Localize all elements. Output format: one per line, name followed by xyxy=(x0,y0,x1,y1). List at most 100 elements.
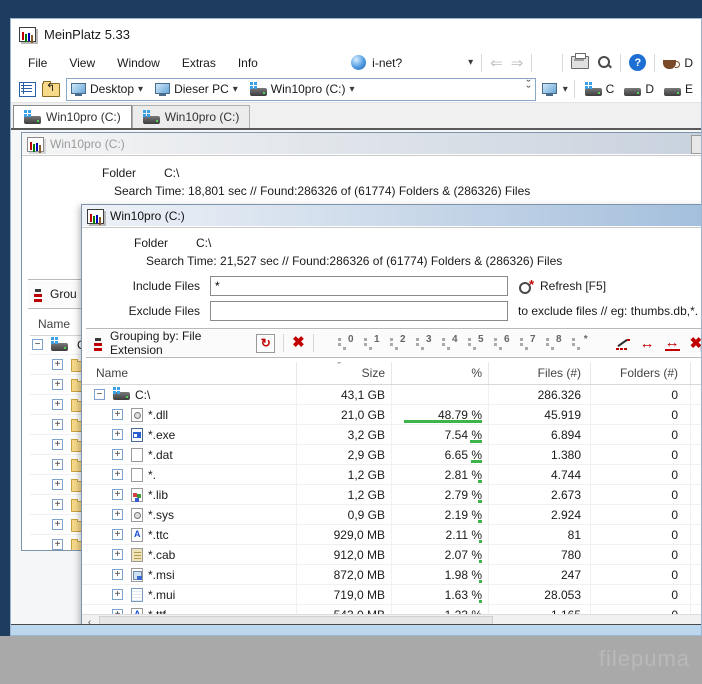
expand-toggle[interactable]: + xyxy=(52,479,63,490)
drive-button-e[interactable]: E xyxy=(664,82,693,96)
regroup-refresh-button[interactable] xyxy=(256,334,275,353)
percent-value: 2.79 % xyxy=(445,488,482,502)
depth-6-button[interactable]: 6 xyxy=(492,335,511,351)
table-row[interactable]: +*.ttf543,0 MB1.23 %1.1650 xyxy=(82,605,701,614)
expand-toggle[interactable]: + xyxy=(52,359,63,370)
computer-icon[interactable] xyxy=(542,83,557,96)
expand-toggle[interactable]: + xyxy=(112,429,123,440)
menu-file[interactable]: File xyxy=(17,52,58,74)
fit-columns-button[interactable] xyxy=(640,337,655,350)
expand-toggle[interactable]: + xyxy=(52,459,63,470)
back-window-title-bar[interactable]: Win10pro (C:) xyxy=(22,133,701,156)
menu-extras[interactable]: Extras xyxy=(171,52,227,74)
chevron-down-icon[interactable]: ▾ xyxy=(563,84,568,95)
front-window[interactable]: Win10pro (C:) Folder C:\ Search Time: 21… xyxy=(81,204,701,624)
table-row[interactable]: +*.dat2,9 GB6.65 %1.3800 xyxy=(82,445,701,465)
table-row[interactable]: +*.dll21,0 GB48.79 %45.9190 xyxy=(82,405,701,425)
expand-toggle[interactable]: + xyxy=(112,529,123,540)
expand-toggle[interactable]: + xyxy=(112,549,123,560)
expand-chevron-icon[interactable] xyxy=(526,83,530,95)
menu-info[interactable]: Info xyxy=(227,52,269,74)
fit-columns-all-button[interactable] xyxy=(665,336,680,351)
depth-5-button[interactable]: 5 xyxy=(466,335,485,351)
app-title-bar[interactable]: MeinPlatz 5.33 xyxy=(11,19,701,49)
expand-toggle[interactable]: + xyxy=(52,439,63,450)
clear-grouping-button[interactable] xyxy=(292,336,305,350)
front-window-title-bar[interactable]: Win10pro (C:) xyxy=(82,205,701,228)
folder-up-button[interactable] xyxy=(42,83,60,97)
expand-toggle[interactable]: + xyxy=(52,379,63,390)
window-button-partial[interactable] xyxy=(691,135,701,154)
expand-toggle[interactable]: + xyxy=(112,569,123,580)
list-view-button[interactable] xyxy=(19,82,36,97)
tab-1[interactable]: Win10pro (C:) xyxy=(132,105,251,128)
forward-button[interactable]: ⇒ xyxy=(511,54,524,72)
expand-toggle[interactable]: + xyxy=(112,589,123,600)
expand-toggle[interactable]: + xyxy=(112,509,123,520)
export-button[interactable]: port xyxy=(690,334,701,352)
depth-0-button[interactable]: 0 xyxy=(336,335,355,351)
separator xyxy=(283,334,284,352)
include-files-input[interactable] xyxy=(210,276,508,296)
column-header-label: Name xyxy=(96,366,128,380)
depth-4-button[interactable]: 4 xyxy=(440,335,459,351)
expand-toggle[interactable]: + xyxy=(52,399,63,410)
expand-toggle[interactable]: − xyxy=(32,339,43,350)
font-file-icon xyxy=(131,528,143,542)
donate-coffee-button[interactable] xyxy=(663,60,676,69)
path-crumb-1[interactable]: Dieser PC▾ xyxy=(155,82,244,96)
tab-0[interactable]: Win10pro (C:) xyxy=(13,105,132,128)
column-header-pct[interactable]: % xyxy=(392,362,489,384)
expand-toggle[interactable]: + xyxy=(112,409,123,420)
table-row[interactable]: +*.cab912,0 MB2.07 %7800 xyxy=(82,545,701,565)
table-row[interactable]: +*.1,2 GB2.81 %4.7440 xyxy=(82,465,701,485)
chevron-down-icon[interactable]: ▾ xyxy=(233,84,238,95)
column-header-name[interactable]: Name xyxy=(82,362,297,384)
chevron-down-icon[interactable]: ▾ xyxy=(138,84,143,95)
drive-button-d[interactable]: D xyxy=(624,82,654,96)
column-header-folders[interactable]: Folders (#) xyxy=(591,362,691,384)
table-row[interactable]: +*.sys0,9 GB2.19 %2.9240 xyxy=(82,505,701,525)
depth-3-button[interactable]: 3 xyxy=(414,335,433,351)
table-row[interactable]: +*.mui719,0 MB1.63 %28.0530 xyxy=(82,585,701,605)
depth-all-button[interactable]: * xyxy=(570,335,589,351)
front-horizontal-scrollbar[interactable]: ‹ xyxy=(82,614,701,624)
print-button[interactable] xyxy=(571,56,589,69)
scroll-left-button[interactable]: ‹ xyxy=(82,615,97,624)
path-combobox[interactable]: Desktop▾ Dieser PC▾ Win10pro (C:)▾ xyxy=(66,78,536,101)
menu-view[interactable]: View xyxy=(58,52,106,74)
table-row[interactable]: +*.exe3,2 GB7.54 %6.8940 xyxy=(82,425,701,445)
table-row[interactable]: +*.lib1,2 GB2.79 %2.6730 xyxy=(82,485,701,505)
depth-1-button[interactable]: 1 xyxy=(362,335,381,351)
expand-toggle[interactable]: + xyxy=(52,539,63,550)
expand-toggle[interactable]: − xyxy=(94,389,105,400)
depth-7-button[interactable]: 7 xyxy=(518,335,537,351)
depth-2-button[interactable]: 2 xyxy=(388,335,407,351)
expand-toggle[interactable]: + xyxy=(52,499,63,510)
expand-toggle[interactable]: + xyxy=(52,419,63,430)
help-button[interactable] xyxy=(629,54,646,71)
depth-8-button[interactable]: 8 xyxy=(544,335,563,351)
search-button[interactable] xyxy=(597,55,612,70)
expand-toggle[interactable]: + xyxy=(112,469,123,480)
table-row[interactable]: −C:\43,1 GB286.3260 xyxy=(82,385,701,405)
scrollbar-thumb[interactable] xyxy=(99,616,493,624)
table-row[interactable]: +*.msi872,0 MB1.98 %2470 xyxy=(82,565,701,585)
path-crumb-2[interactable]: Win10pro (C:)▾ xyxy=(250,82,361,96)
table-row[interactable]: +*.ttc929,0 MB2.11 %810 xyxy=(82,525,701,545)
chevron-down-icon[interactable]: ▾ xyxy=(468,57,473,68)
refresh-icon[interactable] xyxy=(518,279,534,294)
column-header-files[interactable]: Files (#) xyxy=(489,362,591,384)
chevron-down-icon[interactable]: ▾ xyxy=(349,84,354,95)
back-button[interactable]: ⇐ xyxy=(490,54,503,72)
menu-window[interactable]: Window xyxy=(106,52,171,74)
drive-button-c[interactable]: C xyxy=(585,82,615,96)
expand-toggle[interactable]: + xyxy=(112,449,123,460)
expand-toggle[interactable]: + xyxy=(112,489,123,500)
column-header-size[interactable]: Sizeˇ xyxy=(297,362,392,384)
inet-combo[interactable]: i-net? ▾ xyxy=(351,55,473,70)
path-crumb-0[interactable]: Desktop▾ xyxy=(71,82,149,96)
magic-wand-button[interactable] xyxy=(615,336,630,351)
expand-toggle[interactable]: + xyxy=(52,519,63,530)
exclude-files-input[interactable] xyxy=(210,301,508,321)
